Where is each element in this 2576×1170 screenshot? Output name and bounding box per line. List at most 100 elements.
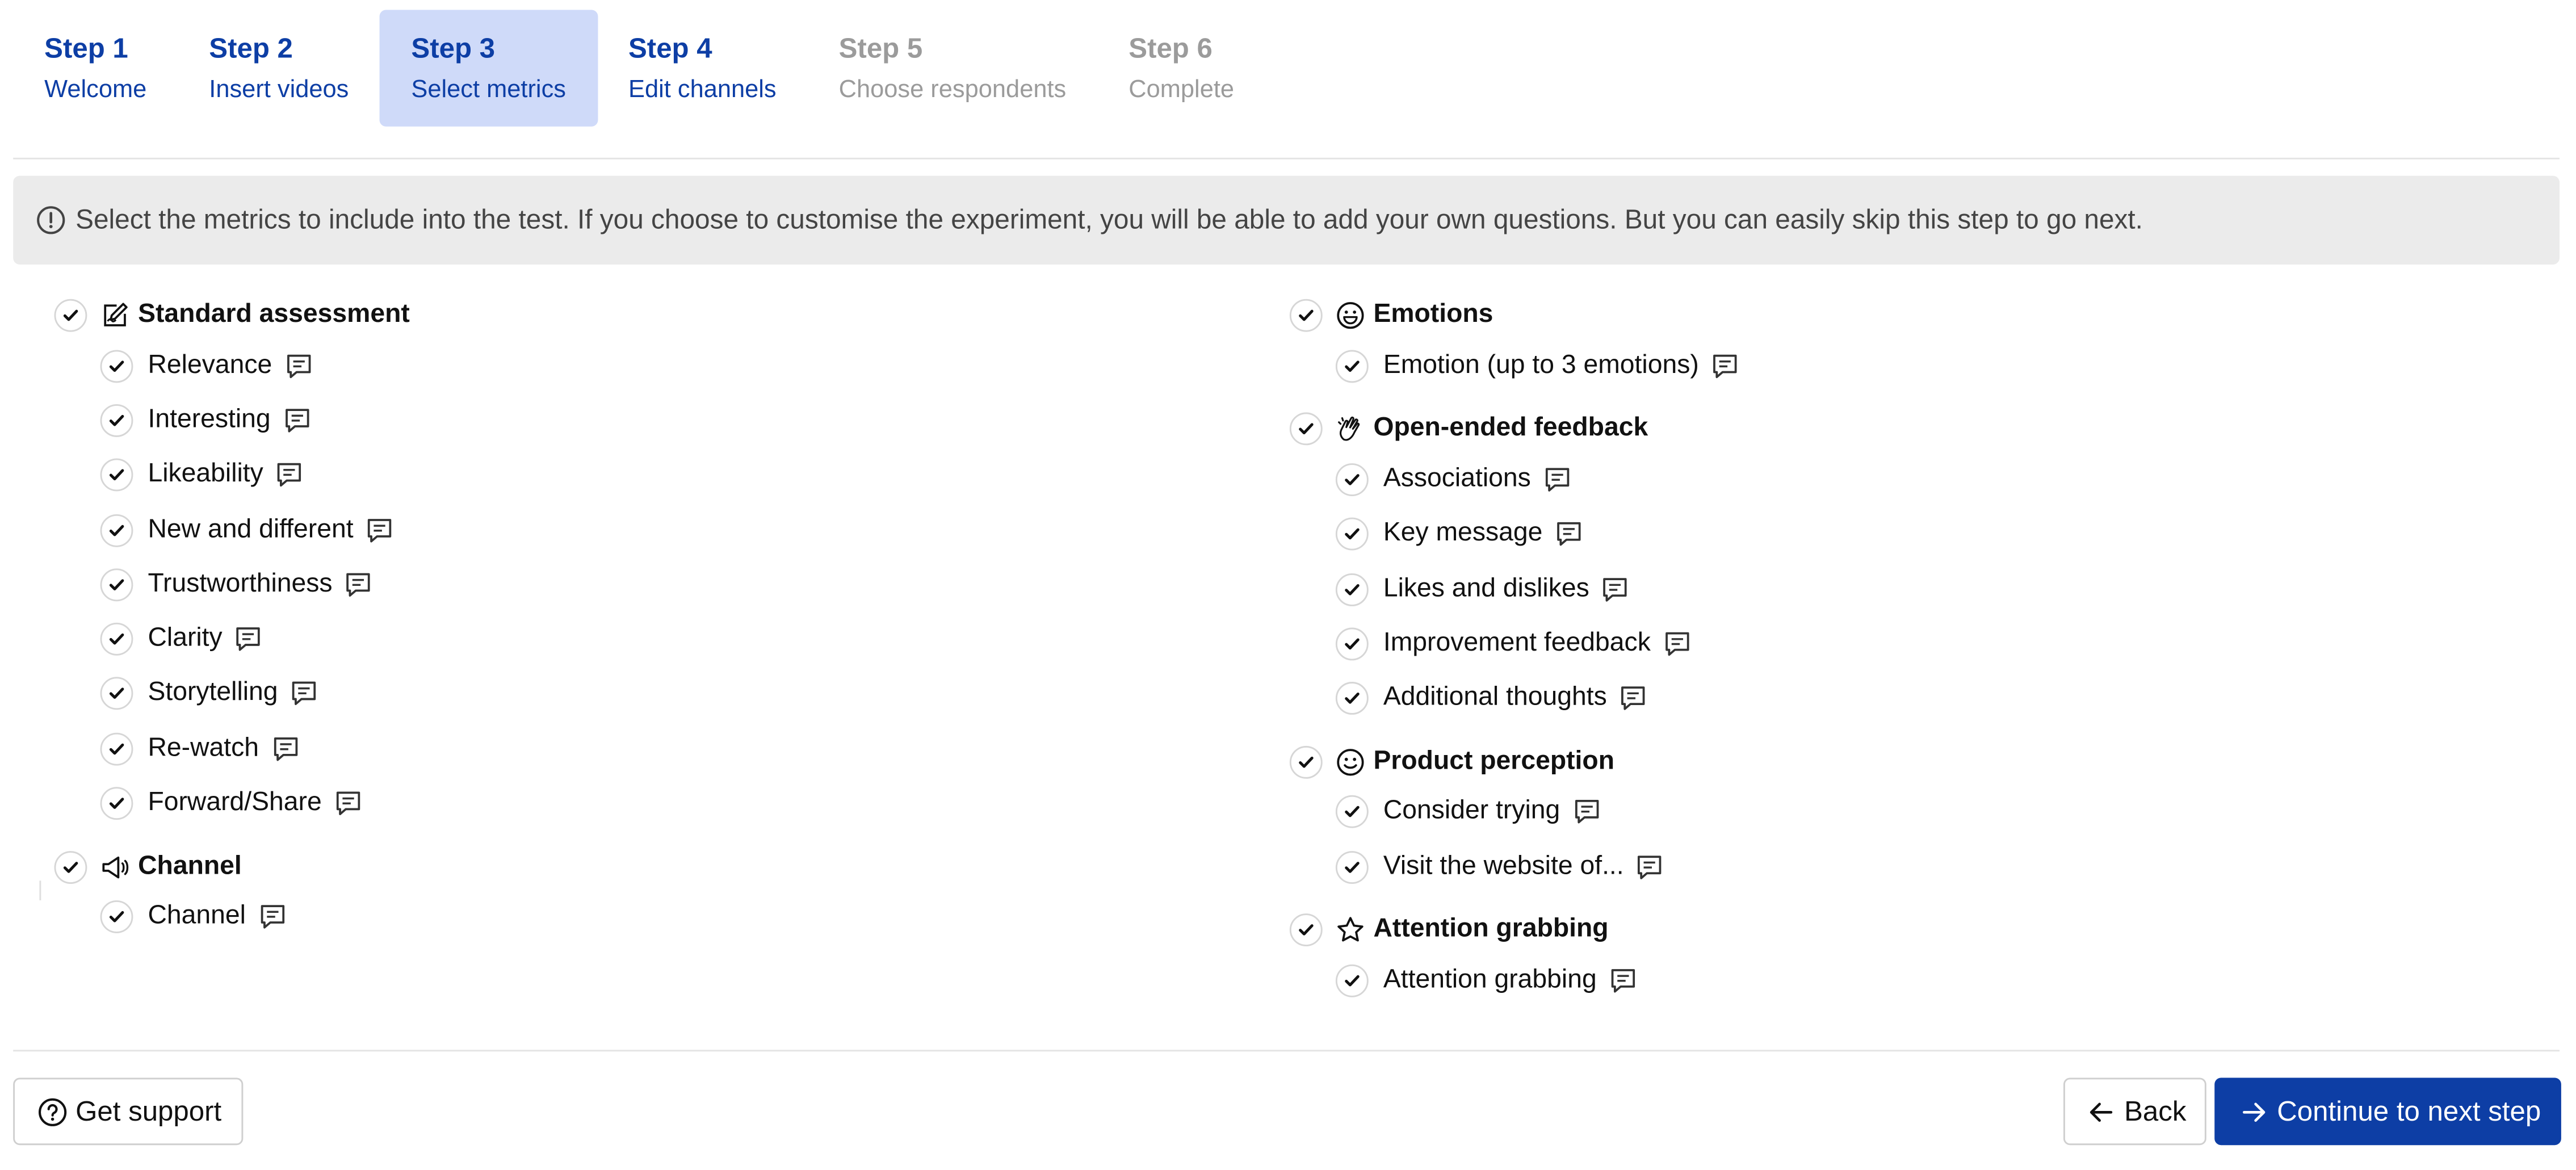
metric-label: Associations [1383, 464, 1531, 493]
step-name: Complete [1128, 74, 1235, 103]
comment-icon[interactable] [1662, 629, 1692, 659]
question-circle-icon [39, 1097, 67, 1126]
metric-label: Additional thoughts [1383, 683, 1607, 712]
metric-checkbox[interactable] [1335, 463, 1369, 496]
metric-label: New and different [148, 515, 354, 543]
comment-icon[interactable] [282, 406, 312, 435]
group-checkbox[interactable] [54, 850, 87, 884]
group-checkbox[interactable] [1289, 745, 1323, 779]
metric-item-re-watch: Re-watch [54, 722, 1205, 776]
metric-group-open-ended-feedback: Open-ended feedback Associations Key messa… [1289, 406, 2440, 726]
metric-label: Trustworthiness [148, 569, 333, 598]
metric-checkbox[interactable] [100, 732, 133, 765]
step-name: Edit channels [628, 74, 777, 103]
comment-icon[interactable] [270, 734, 300, 764]
continue-button[interactable]: Continue to next step [2214, 1077, 2561, 1146]
check-icon [108, 467, 125, 484]
comment-icon[interactable] [284, 351, 313, 380]
metric-item-forward-share: Forward/Share [54, 776, 1205, 831]
metric-checkbox[interactable] [1335, 850, 1369, 884]
group-checkbox[interactable] [1289, 299, 1323, 332]
metric-group-product-perception: Product perception Consider trying Visit t… [1289, 739, 2440, 895]
comment-icon[interactable] [1608, 966, 1638, 996]
metric-checkbox[interactable] [100, 568, 133, 601]
metric-item-likeability: Likeability [54, 448, 1205, 502]
back-button[interactable]: Back [2063, 1077, 2206, 1146]
metric-item-new-and-different: New and different [54, 502, 1205, 557]
comment-icon[interactable] [344, 570, 374, 599]
exclamation-circle-icon [37, 206, 65, 234]
metric-checkbox[interactable] [1335, 627, 1369, 660]
metric-checkbox[interactable] [1335, 572, 1369, 606]
check-icon [108, 909, 125, 925]
metric-checkbox[interactable] [100, 349, 133, 383]
metric-item-interesting: Interesting [54, 393, 1205, 448]
metric-checkbox[interactable] [100, 677, 133, 711]
metric-label: Consider trying [1383, 797, 1560, 826]
check-icon [62, 307, 79, 324]
step-number: Step 4 [628, 32, 712, 64]
metric-checkbox[interactable] [100, 787, 133, 820]
metric-label: Storytelling [148, 679, 278, 707]
comment-icon[interactable] [333, 789, 363, 818]
comment-icon[interactable] [1572, 798, 1601, 827]
comment-icon[interactable] [1635, 852, 1665, 882]
comment-icon[interactable] [257, 903, 287, 932]
metric-item-visit-the-website-of: Visit the website of... [1290, 840, 2440, 894]
comment-icon[interactable] [234, 624, 263, 654]
comment-icon[interactable] [1554, 519, 1584, 549]
metric-checkbox[interactable] [1335, 795, 1369, 829]
metric-label: Emotion (up to 3 emotions) [1383, 351, 1699, 379]
metric-checkbox[interactable] [1335, 518, 1369, 551]
check-icon [108, 522, 125, 538]
smile-icon [1336, 301, 1365, 330]
metric-checkbox[interactable] [1335, 964, 1369, 997]
step-number: Step 6 [1128, 32, 1213, 64]
metric-checkbox[interactable] [1335, 349, 1369, 383]
step-5: Step 5 Choose respondents [808, 10, 1098, 126]
comment-icon[interactable] [290, 679, 319, 708]
group-title: Emotions [1373, 300, 1493, 329]
step-name: Welcome [44, 74, 147, 103]
continue-label: Continue to next step [2277, 1094, 2541, 1126]
comment-icon[interactable] [365, 515, 395, 544]
metric-label: Interesting [148, 405, 271, 434]
metric-label: Forward/Share [148, 789, 322, 817]
metric-item-additional-thoughts: Additional thoughts [1290, 671, 2440, 726]
metric-checkbox[interactable] [100, 459, 133, 492]
step-2[interactable]: Step 2 Insert videos [178, 10, 380, 126]
step-3[interactable]: Step 3 Select metrics [380, 10, 598, 127]
comment-icon[interactable] [275, 460, 304, 490]
group-header: Attention grabbing [1289, 908, 2440, 954]
metric-checkbox[interactable] [1335, 682, 1369, 715]
metric-item-associations: Associations [1290, 452, 2440, 507]
metric-item-attention-grabbing: Attention grabbing [1290, 954, 2440, 1008]
group-header: Emotions [1289, 292, 2440, 338]
group-header: Open-ended feedback [1289, 406, 2440, 452]
divider [39, 880, 41, 900]
get-support-button[interactable]: Get support [13, 1077, 244, 1146]
metric-checkbox[interactable] [100, 404, 133, 437]
info-notice: Select the metrics to include into the t… [13, 175, 2560, 265]
group-header: Channel [54, 844, 1205, 890]
metrics-column-left: Standard assessment Relevance Interesting L… [54, 292, 1205, 958]
comment-icon[interactable] [1601, 574, 1630, 604]
group-checkbox[interactable] [1289, 914, 1323, 947]
comment-icon[interactable] [1710, 351, 1740, 380]
check-icon [108, 686, 125, 702]
metric-group-emotions: Emotions Emotion (up to 3 emotions) [1289, 292, 2440, 393]
comment-icon[interactable] [1542, 465, 1572, 494]
metric-checkbox[interactable] [100, 623, 133, 656]
metric-label: Visit the website of... [1383, 852, 1624, 880]
metric-checkbox[interactable] [100, 513, 133, 547]
metric-checkbox[interactable] [100, 900, 133, 934]
step-4[interactable]: Step 4 Edit channels [597, 10, 808, 126]
group-checkbox[interactable] [54, 299, 87, 332]
group-checkbox[interactable] [1289, 413, 1323, 446]
step-1[interactable]: Step 1 Welcome [13, 10, 178, 126]
check-icon [62, 859, 79, 875]
back-label: Back [2124, 1094, 2187, 1126]
check-icon [108, 412, 125, 429]
metric-label: Key message [1383, 519, 1543, 548]
comment-icon[interactable] [1618, 683, 1648, 713]
